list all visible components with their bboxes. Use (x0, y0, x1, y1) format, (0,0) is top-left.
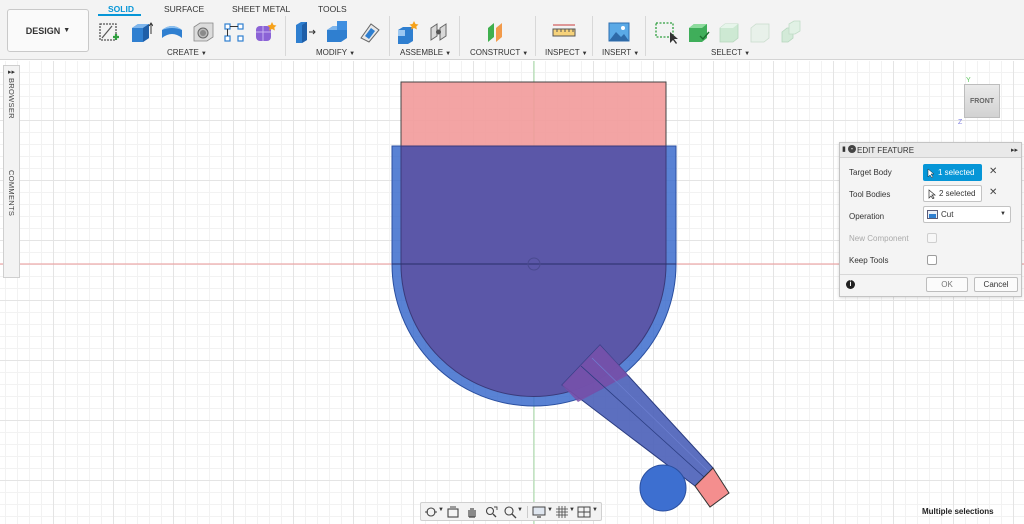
target-body-value: 1 selected (938, 168, 975, 177)
assemble-menu[interactable]: ASSEMBLE ▼ (400, 48, 451, 57)
active-tab-indicator (98, 14, 141, 16)
target-body-selector[interactable]: 1 selected (923, 164, 982, 181)
select-edge-icon[interactable] (779, 20, 803, 44)
keep-tools-checkbox[interactable] (927, 255, 937, 265)
form-icon[interactable] (253, 20, 277, 44)
info-icon[interactable]: i (846, 280, 855, 289)
new-component-checkbox[interactable] (927, 233, 937, 243)
selection-status-text: Multiple selections (922, 507, 994, 516)
tab-surface[interactable]: SURFACE (164, 4, 204, 14)
minus-circle-icon[interactable]: - (848, 145, 856, 153)
clear-target-body-icon[interactable]: ✕ (989, 166, 997, 177)
rectangular-pattern-icon[interactable] (222, 20, 246, 44)
fillet-icon[interactable] (325, 20, 349, 44)
tab-solid[interactable]: SOLID (108, 4, 134, 14)
inspect-menu[interactable]: INSPECT ▼ (545, 48, 588, 57)
sketch-icon[interactable] (98, 20, 122, 44)
tool-body-top-block[interactable] (400, 81, 667, 147)
cursor-arrow-icon (928, 189, 936, 199)
chevron-down-icon[interactable]: ▼ (569, 507, 575, 513)
zoom-window-icon[interactable] (484, 505, 498, 519)
browser-panel-label[interactable]: BROWSER (7, 78, 16, 119)
select-menu[interactable]: SELECT ▼ (711, 48, 750, 57)
chevron-down-icon[interactable]: ▼ (517, 507, 523, 513)
select-face-icon[interactable] (748, 20, 772, 44)
target-body-inner[interactable] (400, 145, 667, 397)
orbit-icon[interactable] (424, 505, 438, 519)
operation-label: Operation (849, 212, 885, 221)
expand-panel-icon[interactable]: ▸▸ (8, 68, 15, 76)
cone-centerline (580, 365, 705, 478)
navigation-bar: ▼ ▼ ▼ ▼ ▼ (420, 502, 602, 521)
tool-bodies-label: Tool Bodies (849, 190, 891, 199)
chevron-down-icon[interactable]: ▼ (547, 507, 553, 513)
display-settings-icon[interactable] (532, 505, 546, 519)
workspace-switcher-button[interactable]: DESIGN ▼ (7, 9, 89, 52)
cursor-arrow-icon (927, 168, 935, 178)
toolbar: DESIGN ▼ SOLID SURFACE SHEET METAL TOOLS (0, 0, 1024, 60)
keep-tools-label: Keep Tools (849, 256, 889, 265)
extrude-icon[interactable] (129, 20, 153, 44)
chevron-down-icon[interactable]: ▼ (592, 507, 598, 513)
svg-text:Z: Z (958, 119, 963, 126)
tool-bodies-value: 2 selected (939, 189, 976, 198)
offset-plane-icon[interactable] (484, 20, 508, 44)
dialog-title: EDIT FEATURE (857, 146, 915, 155)
tab-tools[interactable]: TOOLS (318, 4, 347, 14)
joint-icon[interactable] (428, 20, 452, 44)
select-body-icon[interactable] (717, 20, 741, 44)
toolbar-divider (459, 16, 460, 56)
hole-icon[interactable] (191, 20, 215, 44)
toolbar-divider (645, 16, 646, 56)
side-panel: ▸▸ BROWSER COMMENTS (3, 65, 20, 278)
viewports-icon[interactable] (577, 505, 591, 519)
tab-sheet-metal[interactable]: SHEET METAL (232, 4, 290, 14)
dialog-footer-divider (840, 274, 1021, 275)
zoom-icon[interactable] (503, 505, 517, 519)
comments-panel-label[interactable]: COMMENTS (7, 170, 16, 216)
toolbar-divider (285, 16, 286, 56)
tool-bodies-selector[interactable]: 2 selected (923, 185, 982, 202)
create-menu[interactable]: CREATE ▼ (167, 48, 207, 57)
edit-feature-dialog: ▮ - EDIT FEATURE ▸▸ Target Body 1 select… (839, 142, 1022, 297)
toolbar-divider (389, 16, 390, 56)
dialog-header: ▮ - EDIT FEATURE ▸▸ (840, 143, 1021, 158)
look-at-icon[interactable] (446, 505, 460, 519)
press-pull-icon[interactable] (293, 20, 317, 44)
chevron-down-icon: ▼ (63, 27, 71, 34)
operation-dropdown[interactable]: Cut ▼ (923, 206, 1011, 223)
shell-icon[interactable] (357, 20, 381, 44)
grid-icon[interactable] (555, 505, 569, 519)
cut-operation-icon (927, 210, 938, 219)
dialog-collapse-icon[interactable]: ▮ (842, 145, 846, 153)
ok-button[interactable]: OK (926, 277, 968, 292)
toolbar-divider (535, 16, 536, 56)
expand-dialog-icon[interactable]: ▸▸ (1011, 146, 1018, 154)
circle-body[interactable] (639, 464, 687, 512)
cancel-button[interactable]: Cancel (974, 277, 1018, 292)
select-through-icon[interactable] (686, 20, 710, 44)
chevron-down-icon[interactable]: ▼ (438, 507, 444, 513)
window-select-icon[interactable] (655, 20, 679, 44)
construct-menu[interactable]: CONSTRUCT ▼ (470, 48, 528, 57)
clear-tool-bodies-icon[interactable]: ✕ (989, 187, 997, 198)
workspace-label: DESIGN (25, 25, 61, 36)
toolbar-divider (592, 16, 593, 56)
measure-icon[interactable] (552, 20, 576, 44)
new-component-label: New Component (849, 234, 909, 243)
target-body-label: Target Body (849, 168, 892, 177)
operation-value: Cut (941, 210, 954, 219)
pan-icon[interactable] (465, 505, 479, 519)
chevron-down-icon: ▼ (1000, 211, 1006, 217)
revolve-icon[interactable] (160, 20, 184, 44)
viewcube-face-label: FRONT (969, 97, 995, 105)
new-component-icon[interactable] (396, 20, 420, 44)
insert-menu[interactable]: INSERT ▼ (602, 48, 639, 57)
nav-divider (527, 506, 528, 518)
modify-menu[interactable]: MODIFY ▼ (316, 48, 355, 57)
svg-text:Y: Y (966, 77, 971, 84)
viewcube[interactable]: FRONT (964, 84, 1000, 118)
insert-image-icon[interactable] (607, 20, 631, 44)
